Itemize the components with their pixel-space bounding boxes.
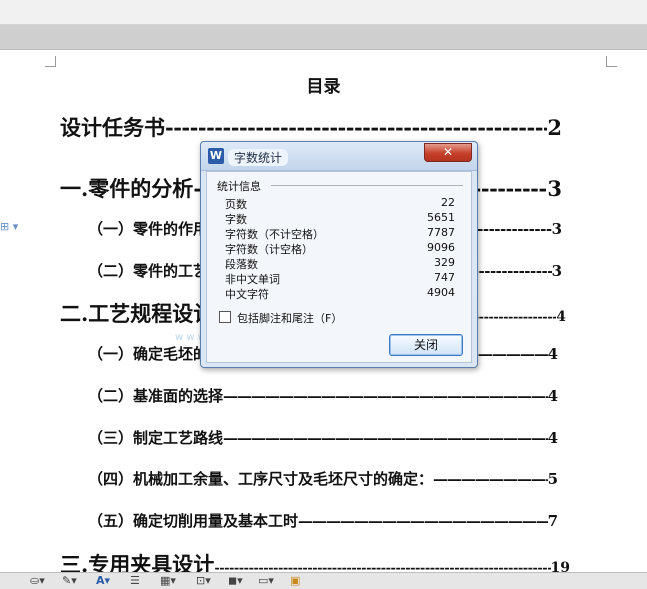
align-icon[interactable]: ☰	[130, 575, 140, 587]
toc-leader: ——————————————————————————————	[433, 470, 548, 488]
stat-value: 4904	[427, 286, 455, 299]
stat-label: 字数	[225, 213, 247, 226]
shape-icon[interactable]: ◼▾	[228, 575, 243, 587]
toc-entry-title: 一.零件的分析	[60, 176, 194, 201]
stat-row: 字符数（不计空格） 7787	[225, 226, 455, 241]
stat-label: 非中文单词	[225, 273, 280, 286]
title-bar	[0, 0, 647, 25]
close-icon[interactable]: ✕	[424, 143, 472, 162]
toc-entry-page: 5	[547, 470, 558, 488]
table-icon[interactable]: ▦▾	[160, 575, 176, 587]
toc-entry-page: 4	[547, 345, 558, 363]
toc-entry[interactable]: 设计任务书 ----------------------------------…	[60, 112, 562, 142]
toc-leader: ----------------------------------------…	[214, 561, 550, 572]
paragraph-marker-icon[interactable]: ⊞ ▾	[0, 220, 18, 233]
frame-icon[interactable]: ▭▾	[258, 575, 274, 587]
toc-entry[interactable]: （三）制定工艺路线 ——————————————————————————————…	[88, 427, 558, 448]
stat-value: 22	[441, 196, 455, 209]
stat-row: 非中文单词 747	[225, 271, 455, 286]
toc-entry-page: 2	[547, 115, 562, 140]
crop-mark-top-right	[606, 56, 617, 67]
toc-entry-title: （四）机械加工余量、工序尺寸及毛坯尺寸的确定：	[88, 470, 434, 488]
paint-bucket-icon[interactable]: ⛀▾	[30, 575, 45, 587]
toc-entry-title: 三.专用夹具设计	[60, 552, 215, 572]
stat-row: 页数 22	[225, 196, 455, 211]
stat-row: 段落数 329	[225, 256, 455, 271]
group-label: 统计信息	[217, 180, 261, 193]
toc-leader: ----------------------------------------…	[165, 115, 547, 140]
stat-value: 329	[434, 256, 455, 269]
toc-entry[interactable]: （二）基准面的选择 ——————————————————————————————…	[88, 385, 558, 406]
close-button[interactable]: 关闭	[389, 334, 463, 356]
stat-label: 字符数（不计空格）	[225, 228, 324, 241]
toc-entry-title: （五）确定切削用量及基本工时	[88, 512, 299, 530]
border-icon[interactable]: ⊡▾	[196, 575, 211, 587]
toc-entry-title: 设计任务书	[60, 115, 165, 140]
stat-value: 7787	[427, 226, 455, 239]
stat-value: 9096	[427, 241, 455, 254]
toc-title: 目录	[306, 77, 341, 97]
toc-leader: ——————————————————————————————	[223, 387, 548, 405]
stat-row: 字符数（计空格） 9096	[225, 241, 455, 256]
stat-row: 中文字符 4904	[225, 286, 455, 301]
font-color-icon[interactable]: A▾	[96, 575, 110, 587]
dialog-title: 字数统计	[228, 149, 289, 166]
stat-label: 页数	[225, 198, 247, 211]
toc-leader: ——————————————————————————————	[298, 512, 548, 530]
toc-entry-title: （一）零件的作用	[88, 220, 209, 238]
toc-entry-page: 4	[547, 387, 558, 405]
toc-entry-page: 3	[547, 176, 562, 201]
include-footnotes-label[interactable]: 包括脚注和尾注（F）	[237, 310, 342, 326]
stat-label: 字符数（计空格）	[225, 243, 313, 256]
bottom-toolbar: ⛀▾ ✎▾ A▾ ☰ ▦▾ ⊡▾ ◼▾ ▭▾ ▣	[0, 572, 647, 589]
toc-leader: ——————————————————————————————	[223, 429, 548, 447]
toc-entry[interactable]: （五）确定切削用量及基本工时 —————————————————————————…	[88, 510, 558, 531]
toc-entry-page: 3	[551, 262, 562, 280]
toc-entry-page: 4	[556, 309, 566, 325]
stat-row: 字数 5651	[225, 211, 455, 226]
toc-entry-page: 19	[550, 560, 570, 572]
toc-entry-page: 3	[551, 220, 562, 238]
toolbar-ribbon	[0, 25, 647, 50]
stat-value: 5651	[427, 211, 455, 224]
group-divider	[271, 185, 463, 186]
toc-entry[interactable]: 三.专用夹具设计 -------------------------------…	[60, 549, 570, 572]
stat-label: 中文字符	[225, 288, 269, 301]
stat-label: 段落数	[225, 258, 258, 271]
toc-entry-page: 4	[547, 429, 558, 447]
include-footnotes-checkbox[interactable]	[219, 311, 231, 323]
page-icon[interactable]: ▣	[290, 575, 300, 587]
toc-entry-title: （二）基准面的选择	[88, 387, 224, 405]
pen-icon[interactable]: ✎▾	[62, 575, 77, 587]
toc-entry-page: 7	[547, 512, 558, 530]
dialog-body: 统计信息 页数 22 字数 5651 字符数（不计空格） 7787 字符数（计空…	[206, 171, 472, 363]
crop-mark-top-left	[45, 56, 56, 67]
wps-app-icon: W	[208, 148, 224, 164]
toc-entry-title: 二.工艺规程设计	[60, 301, 215, 326]
toc-entry-title: （三）制定工艺路线	[88, 429, 224, 447]
dialog-title-bar[interactable]: W 字数统计 ✕	[201, 142, 477, 171]
word-count-dialog[interactable]: W 字数统计 ✕ 统计信息 页数 22 字数 5651 字符数（不计空格） 77…	[200, 141, 478, 368]
toc-entry[interactable]: （四）机械加工余量、工序尺寸及毛坯尺寸的确定： ————————————————…	[88, 468, 558, 489]
stat-value: 747	[434, 271, 455, 284]
